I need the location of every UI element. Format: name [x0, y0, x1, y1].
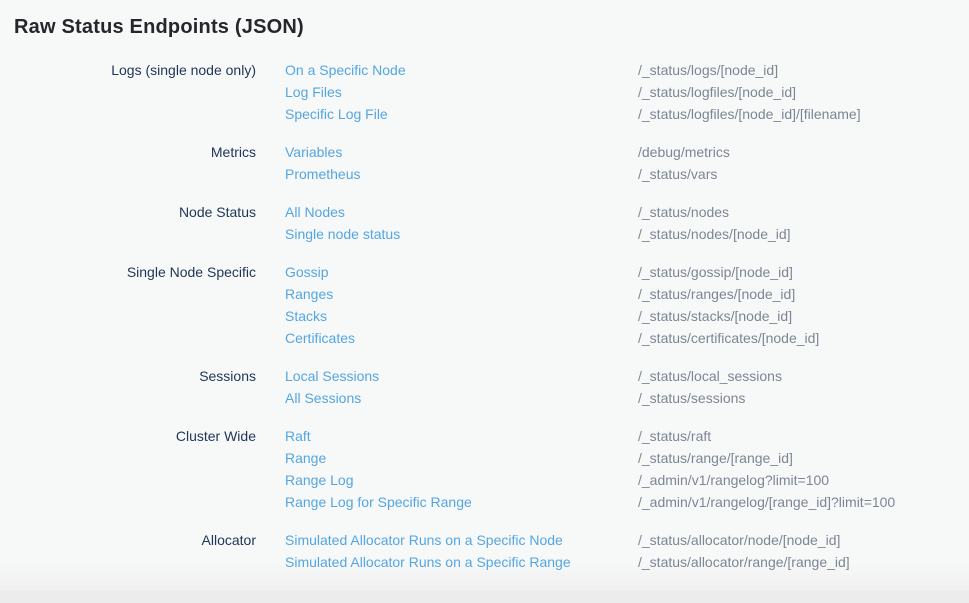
endpoint-path: /_status/gossip/[node_id]: [638, 261, 793, 283]
section-rows: All Nodes /_status/nodes Single node sta…: [256, 201, 969, 245]
endpoint-path: /debug/metrics: [638, 141, 730, 163]
endpoint-row: Gossip /_status/gossip/[node_id]: [256, 261, 969, 283]
endpoint-link[interactable]: Local Sessions: [285, 365, 638, 387]
section-category: Allocator: [0, 529, 256, 551]
endpoint-link[interactable]: Specific Log File: [285, 103, 638, 125]
endpoint-path: /_status/local_sessions: [638, 365, 782, 387]
endpoint-link[interactable]: Raft: [285, 425, 638, 447]
endpoint-row: On a Specific Node /_status/logs/[node_i…: [256, 59, 969, 81]
endpoint-path: /_status/vars: [638, 163, 717, 185]
endpoint-row: Local Sessions /_status/local_sessions: [256, 365, 969, 387]
endpoint-link[interactable]: Log Files: [285, 81, 638, 103]
endpoint-link[interactable]: Certificates: [285, 327, 638, 349]
endpoint-link[interactable]: Range: [285, 447, 638, 469]
endpoint-row: Variables /debug/metrics: [256, 141, 969, 163]
endpoint-section: Sessions Local Sessions /_status/local_s…: [0, 365, 969, 409]
endpoint-link[interactable]: Range Log: [285, 469, 638, 491]
endpoint-path: /_status/stacks/[node_id]: [638, 305, 792, 327]
endpoint-path: /_status/logs/[node_id]: [638, 59, 778, 81]
endpoint-row: Log Files /_status/logfiles/[node_id]: [256, 81, 969, 103]
endpoint-link[interactable]: Prometheus: [285, 163, 638, 185]
section-rows: Raft /_status/raft Range /_status/range/…: [256, 425, 969, 513]
endpoint-link[interactable]: Range Log for Specific Range: [285, 491, 638, 513]
endpoint-link[interactable]: All Sessions: [285, 387, 638, 409]
endpoint-link[interactable]: Variables: [285, 141, 638, 163]
section-rows: On a Specific Node /_status/logs/[node_i…: [256, 59, 969, 125]
endpoint-path: /_status/sessions: [638, 387, 745, 409]
endpoint-section: Allocator Simulated Allocator Runs on a …: [0, 529, 969, 573]
debug-endpoints-page: Raw Status Endpoints (JSON) Logs (single…: [0, 0, 969, 591]
endpoint-row: Specific Log File /_status/logfiles/[nod…: [256, 103, 969, 125]
endpoint-path: /_status/allocator/range/[range_id]: [638, 551, 850, 573]
endpoint-path: /_status/logfiles/[node_id]/[filename]: [638, 103, 861, 125]
endpoint-path: /_status/nodes: [638, 201, 729, 223]
endpoint-path: /_status/nodes/[node_id]: [638, 223, 791, 245]
endpoint-path: /_admin/v1/rangelog/[range_id]?limit=100: [638, 491, 895, 513]
endpoint-row: All Nodes /_status/nodes: [256, 201, 969, 223]
section-rows: Gossip /_status/gossip/[node_id] Ranges …: [256, 261, 969, 349]
endpoint-path: /_status/ranges/[node_id]: [638, 283, 795, 305]
endpoint-link[interactable]: Stacks: [285, 305, 638, 327]
endpoint-link[interactable]: On a Specific Node: [285, 59, 638, 81]
endpoint-row: Prometheus /_status/vars: [256, 163, 969, 185]
endpoint-path: /_status/raft: [638, 425, 711, 447]
section-rows: Variables /debug/metrics Prometheus /_st…: [256, 141, 969, 185]
endpoint-section: Single Node Specific Gossip /_status/gos…: [0, 261, 969, 349]
section-rows: Local Sessions /_status/local_sessions A…: [256, 365, 969, 409]
endpoint-row: Single node status /_status/nodes/[node_…: [256, 223, 969, 245]
endpoint-path: /_admin/v1/rangelog?limit=100: [638, 469, 829, 491]
endpoint-row: Raft /_status/raft: [256, 425, 969, 447]
endpoint-section: Logs (single node only) On a Specific No…: [0, 59, 969, 125]
section-category: Single Node Specific: [0, 261, 256, 283]
endpoint-row: Simulated Allocator Runs on a Specific N…: [256, 529, 969, 551]
endpoint-link[interactable]: All Nodes: [285, 201, 638, 223]
section-category: Metrics: [0, 141, 256, 163]
section-category: Sessions: [0, 365, 256, 387]
endpoint-link[interactable]: Single node status: [285, 223, 638, 245]
endpoint-row: Stacks /_status/stacks/[node_id]: [256, 305, 969, 327]
section-rows: Simulated Allocator Runs on a Specific N…: [256, 529, 969, 573]
endpoint-row: Range Log /_admin/v1/rangelog?limit=100: [256, 469, 969, 491]
section-category: Node Status: [0, 201, 256, 223]
page-title: Raw Status Endpoints (JSON): [14, 14, 969, 41]
endpoint-section: Cluster Wide Raft /_status/raft Range /_…: [0, 425, 969, 513]
section-category: Cluster Wide: [0, 425, 256, 447]
endpoint-path: /_status/range/[range_id]: [638, 447, 793, 469]
endpoint-link[interactable]: Ranges: [285, 283, 638, 305]
endpoint-row: Simulated Allocator Runs on a Specific R…: [256, 551, 969, 573]
endpoint-section: Metrics Variables /debug/metrics Prometh…: [0, 141, 969, 185]
endpoint-link[interactable]: Simulated Allocator Runs on a Specific R…: [285, 551, 638, 573]
section-category: Logs (single node only): [0, 59, 256, 81]
endpoint-link[interactable]: Simulated Allocator Runs on a Specific N…: [285, 529, 638, 551]
endpoint-row: All Sessions /_status/sessions: [256, 387, 969, 409]
endpoint-row: Certificates /_status/certificates/[node…: [256, 327, 969, 349]
endpoint-row: Range /_status/range/[range_id]: [256, 447, 969, 469]
endpoint-section: Node Status All Nodes /_status/nodes Sin…: [0, 201, 969, 245]
endpoint-path: /_status/logfiles/[node_id]: [638, 81, 796, 103]
endpoint-link[interactable]: Gossip: [285, 261, 638, 283]
endpoints-list: Logs (single node only) On a Specific No…: [0, 59, 969, 573]
endpoint-row: Range Log for Specific Range /_admin/v1/…: [256, 491, 969, 513]
endpoint-row: Ranges /_status/ranges/[node_id]: [256, 283, 969, 305]
endpoint-path: /_status/allocator/node/[node_id]: [638, 529, 840, 551]
endpoint-path: /_status/certificates/[node_id]: [638, 327, 819, 349]
